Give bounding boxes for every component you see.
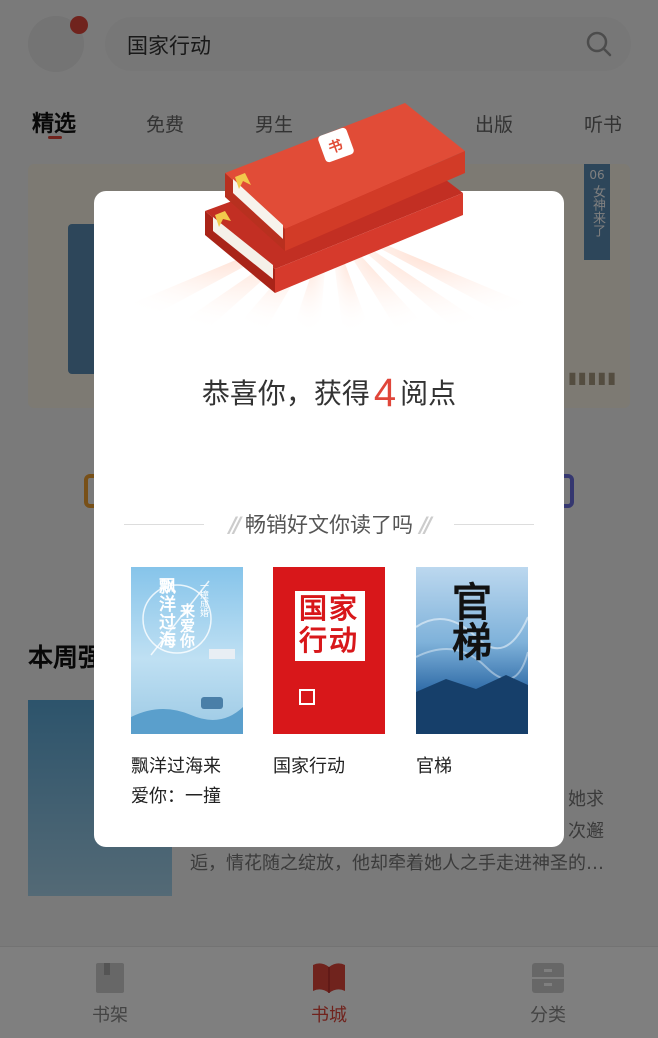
book-title[interactable]: 飘洋过海来爱你：一撞 [131,752,235,812]
cover-tag: 一撞成婚 [198,581,208,617]
cover-title: 国家 [299,592,360,625]
reward-suffix: 阅点 [400,377,457,410]
cover-title: 飘洋过海 [155,577,175,649]
book-cover[interactable]: 国家 行动 [273,567,385,734]
reward-prefix: 恭喜你，获得 [201,377,370,410]
cover-subtitle: 行动 [299,624,360,657]
recommend-title: // 畅销好文你读了吗 // [124,509,534,539]
recommend-title-text: 畅销好文你读了吗 [245,513,413,537]
reward-points: 4 [373,371,397,415]
book-title[interactable]: 官梯 [416,752,536,782]
cover-subtitle: 来爱你 [178,603,196,648]
cover-title: 官梯 [445,581,491,661]
reward-message: 恭喜你，获得 4 阅点 [94,371,564,416]
book-cover[interactable]: 官梯 [416,567,528,734]
slash-decoration: // [419,513,432,537]
slash-decoration: // [228,513,241,537]
recommend-header: // 畅销好文你读了吗 // [124,509,534,539]
book-cover[interactable]: 飘洋过海 来爱你 一撞成婚 [131,567,243,734]
book-title[interactable]: 国家行动 [273,752,393,782]
cover-emblem [299,689,315,705]
books-illustration: 书 [205,103,465,293]
